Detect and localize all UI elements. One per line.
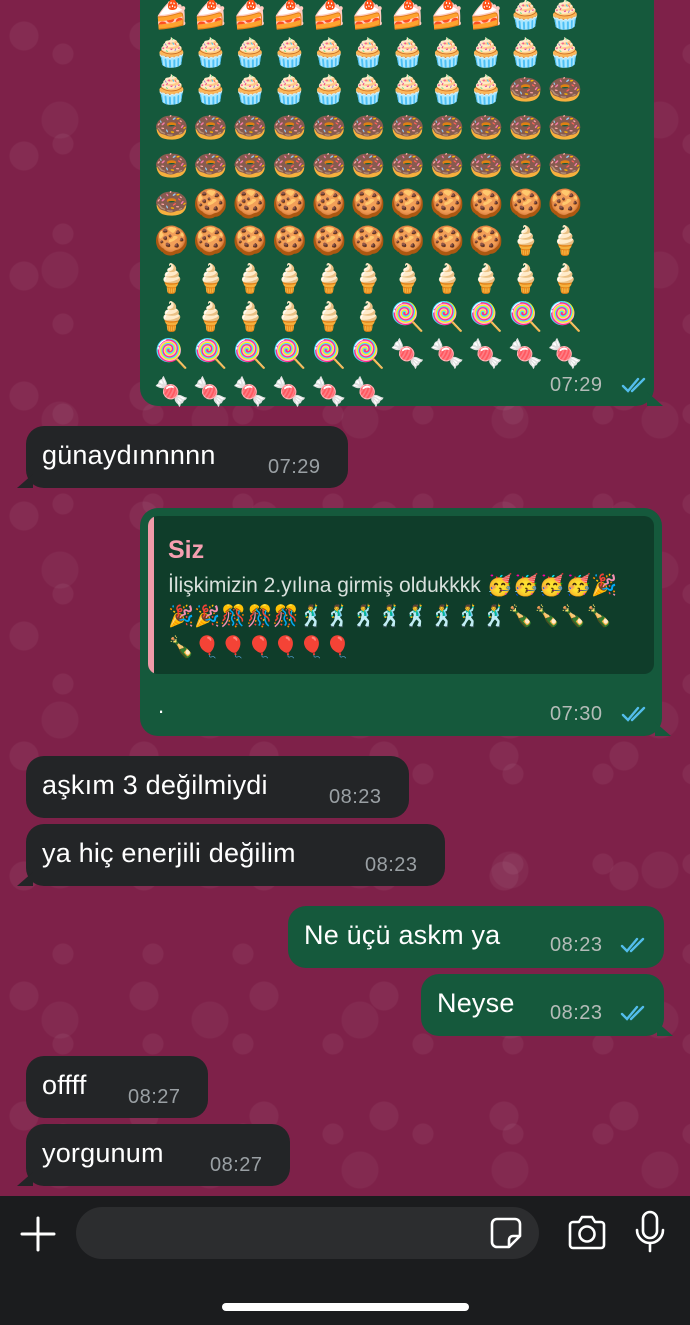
message-time: 08:23 [365,854,418,876]
message-bubble-incoming[interactable]: aşkım 3 değilmiydi 08:23 [26,756,409,818]
message-bubble-outgoing[interactable]: Siz İlişkimizin 2.yılına girmiş oldukkkk… [140,508,671,736]
message-bubble-outgoing[interactable]: Neyse 08:23 [421,974,673,1036]
message-text: . [158,693,165,718]
quote-accent-bar [148,516,154,674]
message-text: yorgunum [42,1138,164,1168]
read-ticks-icon [620,1005,645,1021]
read-ticks-icon [621,706,646,722]
message-bubble-incoming[interactable]: günaydınnnnn 07:29 [17,426,348,488]
camera-icon[interactable] [566,1214,608,1252]
home-indicator[interactable] [222,1303,469,1311]
quoted-message[interactable]: Siz İlişkimizin 2.yılına girmiş oldukkkk… [148,516,654,674]
message-text: offff [42,1070,87,1100]
message-bubble-incoming[interactable]: ya hiç enerjili değilim 08:23 [17,824,445,886]
plus-icon[interactable] [18,1214,58,1254]
message-text: Neyse [437,988,515,1018]
message-text: aşkım 3 değilmiydi [42,770,268,800]
microphone-icon[interactable] [634,1210,666,1254]
chat-background: 🍰🍰🍰🍰🍰🍰🍰🍰🍰🧁🧁🧁🧁🧁🧁🧁🧁🧁🧁🧁🧁🧁🧁🧁🧁🧁🧁🧁🧁🧁🧁🍩🍩🍩🍩🍩🍩🍩🍩🍩… [0,0,690,1196]
sticker-icon[interactable] [489,1216,523,1250]
message-text: ya hiç enerjili değilim [42,838,296,868]
quote-sender: Siz [168,536,205,564]
message-bubble-incoming[interactable]: yorgunum 08:27 [17,1124,290,1186]
message-time: 07:29 [268,456,321,478]
message-bubble-outgoing[interactable]: Ne üçü askm ya 08:23 [288,906,664,968]
message-time: 07:29 [550,374,603,396]
quote-text: İlişkimizin 2.yılına girmiş oldukkkk 🥳🥳🥳… [168,574,618,659]
message-time: 08:27 [128,1086,181,1108]
message-time: 08:23 [550,934,603,956]
read-ticks-icon [621,377,646,393]
message-time: 08:23 [329,786,382,808]
message-bubble-outgoing[interactable]: 🍰🍰🍰🍰🍰🍰🍰🍰🍰🧁🧁🧁🧁🧁🧁🧁🧁🧁🧁🧁🧁🧁🧁🧁🧁🧁🧁🧁🧁🧁🧁🍩🍩🍩🍩🍩🍩🍩🍩🍩… [140,0,663,408]
message-composer-bar [0,1196,690,1325]
message-time: 08:27 [210,1154,263,1176]
message-text: 🍰🍰🍰🍰🍰🍰🍰🍰🍰🧁🧁🧁🧁🧁🧁🧁🧁🧁🧁🧁🧁🧁🧁🧁🧁🧁🧁🧁🧁🧁🧁🍩🍩🍩🍩🍩🍩🍩🍩🍩… [154,0,587,409]
message-input[interactable] [76,1207,539,1259]
message-text: Ne üçü askm ya [304,920,501,950]
message-text: günaydınnnnn [42,440,216,470]
message-time: 07:30 [550,703,603,725]
message-bubble-incoming[interactable]: offff 08:27 [26,1056,208,1118]
read-ticks-icon [620,937,645,953]
message-time: 08:23 [550,1002,603,1024]
